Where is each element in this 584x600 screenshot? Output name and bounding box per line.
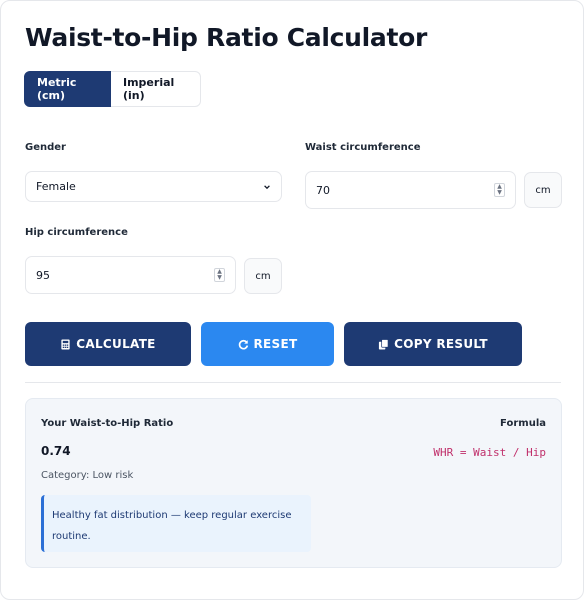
- calculator-icon: [61, 338, 70, 350]
- imperial-toggle-button[interactable]: Imperial (in): [111, 71, 201, 107]
- waist-input[interactable]: 70 ▲ ▼: [305, 171, 516, 209]
- formula-text: WHR = Waist / Hip: [433, 446, 546, 459]
- divider: [25, 382, 561, 383]
- metric-toggle-button[interactable]: Metric (cm): [24, 71, 111, 107]
- waist-unit: cm: [524, 172, 562, 208]
- result-heading: Your Waist-to-Hip Ratio: [41, 418, 174, 429]
- copy-result-button[interactable]: COPY RESULT: [344, 322, 522, 366]
- copy-icon: [379, 338, 389, 350]
- hip-input-value: 95: [36, 268, 50, 282]
- result-panel: Your Waist-to-Hip Ratio 0.74 Category: L…: [25, 398, 562, 568]
- calculate-button[interactable]: CALCULATE: [25, 322, 191, 366]
- chevron-down-icon: [264, 184, 270, 189]
- gender-select-value: Female: [36, 180, 76, 193]
- result-note: Healthy fat distribution — keep regular …: [41, 495, 311, 552]
- calculate-button-label: CALCULATE: [76, 337, 156, 351]
- gender-label: Gender: [25, 142, 66, 153]
- result-category: Category: Low risk: [41, 470, 134, 481]
- hip-input[interactable]: 95 ▲ ▼: [25, 256, 236, 294]
- hip-label: Hip circumference: [25, 227, 128, 238]
- reset-icon: [238, 339, 248, 349]
- reset-button-label: RESET: [253, 337, 298, 351]
- waist-stepper-icon[interactable]: ▲ ▼: [494, 183, 505, 197]
- gender-select[interactable]: Female: [25, 171, 282, 202]
- page-title: Waist-to-Hip Ratio Calculator: [25, 23, 428, 52]
- reset-button[interactable]: RESET: [201, 322, 334, 366]
- result-value: 0.74: [41, 444, 71, 458]
- waist-input-value: 70: [316, 183, 330, 197]
- formula-label: Formula: [500, 418, 546, 429]
- waist-label: Waist circumference: [305, 142, 421, 153]
- calculator-card: Waist-to-Hip Ratio Calculator Metric (cm…: [0, 0, 584, 600]
- unit-toggle: Metric (cm) Imperial (in): [24, 71, 201, 107]
- hip-unit: cm: [244, 258, 282, 294]
- hip-stepper-icon[interactable]: ▲ ▼: [214, 268, 225, 282]
- copy-result-button-label: COPY RESULT: [394, 337, 488, 351]
